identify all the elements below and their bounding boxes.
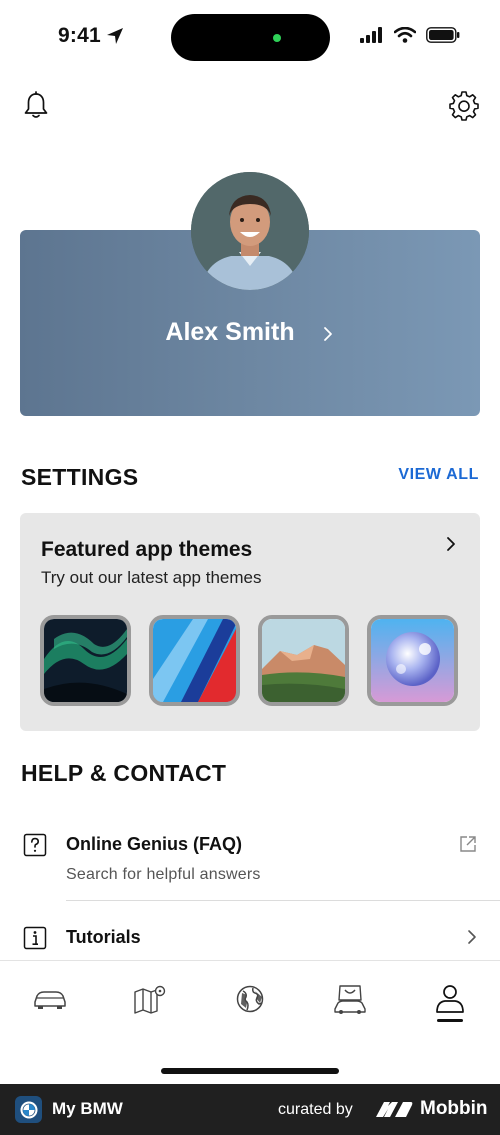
- question-icon: [23, 833, 47, 857]
- settings-title: SETTINGS: [21, 464, 139, 490]
- tab-explore[interactable]: [230, 979, 270, 1019]
- avatar-photo: [191, 172, 309, 290]
- theme-tile-sphere[interactable]: [367, 615, 458, 706]
- view-all-link[interactable]: VIEW ALL: [398, 466, 479, 484]
- wifi-icon: [394, 27, 416, 43]
- status-icons: [360, 27, 460, 43]
- dynamic-island: [171, 14, 330, 61]
- mobbin-logo-icon: [376, 1102, 413, 1117]
- footer-app-name: My BMW: [52, 1099, 123, 1118]
- status-bar: 9:41: [0, 0, 500, 72]
- featured-themes-subtitle: Try out our latest app themes: [41, 568, 262, 587]
- footer-brand: Mobbin: [420, 1098, 488, 1119]
- help-contact-title: HELP & CONTACT: [21, 760, 227, 786]
- tab-bar: [0, 960, 500, 1084]
- stripes-theme-thumbnail: [153, 619, 236, 702]
- list-item-tutorials[interactable]: Tutorials: [0, 910, 500, 960]
- app-logo: [15, 1096, 42, 1123]
- theme-tile-mountain[interactable]: [258, 615, 349, 706]
- shop-icon: [334, 985, 366, 1014]
- divider: [66, 900, 500, 901]
- camera-indicator-icon: [273, 34, 281, 42]
- tutorials-title: Tutorials: [66, 927, 141, 947]
- car-icon: [34, 991, 66, 1009]
- status-time: 9:41: [58, 24, 101, 47]
- aurora-theme-thumbnail: [44, 619, 127, 702]
- sphere-theme-thumbnail: [371, 619, 454, 702]
- home-indicator: [161, 1068, 339, 1074]
- external-link-icon: [460, 836, 476, 852]
- mountain-theme-thumbnail: [262, 619, 345, 702]
- tab-vehicle[interactable]: [30, 979, 70, 1019]
- location-arrow-icon: [107, 28, 123, 44]
- bmw-logo-icon: [20, 1101, 37, 1118]
- profile-icon: [436, 985, 464, 1013]
- footer-curated-by: curated by: [278, 1101, 353, 1118]
- footer-bar: My BMW curated by Mobbin: [0, 1084, 500, 1135]
- tab-profile[interactable]: [430, 979, 470, 1019]
- active-tab-indicator: [437, 1019, 463, 1022]
- tab-map[interactable]: [130, 979, 170, 1019]
- info-icon: [23, 926, 47, 950]
- featured-themes-title: Featured app themes: [41, 538, 253, 561]
- avatar[interactable]: [191, 172, 309, 290]
- gear-icon[interactable]: [448, 90, 480, 122]
- chevron-right-icon[interactable]: [444, 535, 458, 553]
- featured-themes-card[interactable]: Featured app themes Try out our latest a…: [20, 513, 480, 731]
- profile-name: Alex Smith: [165, 318, 295, 346]
- chevron-right-icon: [468, 930, 476, 944]
- online-genius-subtitle: Search for helpful answers: [66, 866, 261, 883]
- bell-icon[interactable]: [20, 90, 52, 122]
- battery-icon: [426, 27, 460, 43]
- signal-icon: [360, 27, 382, 43]
- list-item-online-genius[interactable]: Online Genius (FAQ) Search for helpful a…: [0, 820, 500, 900]
- theme-tile-stripes[interactable]: [149, 615, 240, 706]
- chevron-right-icon: [324, 327, 332, 341]
- tab-shop[interactable]: [330, 979, 370, 1019]
- theme-tile-aurora[interactable]: [40, 615, 131, 706]
- online-genius-title: Online Genius (FAQ): [66, 834, 243, 854]
- globe-icon: [236, 985, 264, 1013]
- map-icon: [134, 985, 166, 1014]
